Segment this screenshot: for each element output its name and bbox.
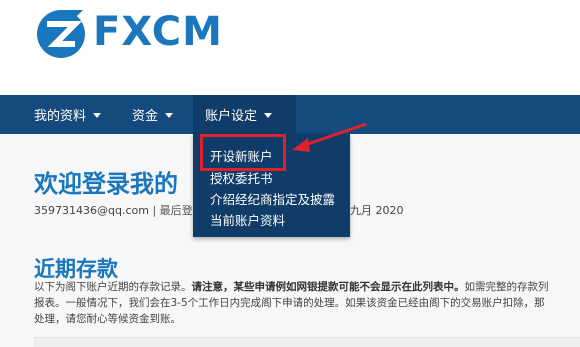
fxcm-logo-mark-icon [37, 10, 85, 58]
separator: | [152, 204, 157, 217]
welcome-heading: 欢迎登录我的 [34, 170, 178, 198]
nav-item-account-settings[interactable]: 账户设定 [193, 95, 296, 134]
para-line-3: 处理，请您耐心等候资金到账。 [34, 313, 181, 325]
nav-item-funds[interactable]: 资金 [132, 95, 174, 134]
nav-item-my-profile[interactable]: 我的资料 [34, 95, 102, 134]
nav-item-label: 我的资料 [34, 109, 87, 124]
chevron-down-icon [93, 112, 102, 118]
menu-item-introducing-broker[interactable]: 介绍经纪商指定及披露 [210, 189, 335, 208]
fxcm-logo[interactable]: FXCM [33, 4, 223, 60]
arrow-annotation-icon [292, 122, 367, 152]
para-bold-note: 请注意，某些申请例如网银提款可能不会显示在此列表中。 [191, 281, 465, 293]
chevron-down-icon [165, 112, 174, 118]
logo-text: FXCM [93, 9, 223, 55]
account-email: 359731436@qq.com [34, 204, 149, 217]
account-info: 359731436@qq.com | 最后登 [34, 202, 193, 218]
para-line-2: 报表。一般情况下，我们会在3-5个工作日内完成阁下申请的处理。如果该资金已经由阁… [34, 297, 545, 309]
last-login-label: 最后登 [159, 204, 193, 217]
deposits-description: 以下为阁下账户近期的存款记录。请注意，某些申请例如网银提款可能不会显示在此列表中… [34, 279, 580, 327]
nav-item-label: 账户设定 [205, 109, 258, 124]
menu-item-current-account-info[interactable]: 当前账户资料 [210, 210, 285, 229]
site-header: FXCM [0, 0, 580, 95]
chevron-down-icon [264, 112, 273, 118]
para-text: 如需完整的存款列 [464, 281, 549, 293]
deposits-table-top [34, 337, 580, 347]
para-text: 以下为阁下账户近期的存款记录。 [34, 281, 192, 293]
highlight-annotation [200, 134, 286, 171]
last-login-date: 九月 2020 [350, 204, 404, 217]
nav-item-label: 资金 [132, 109, 159, 124]
